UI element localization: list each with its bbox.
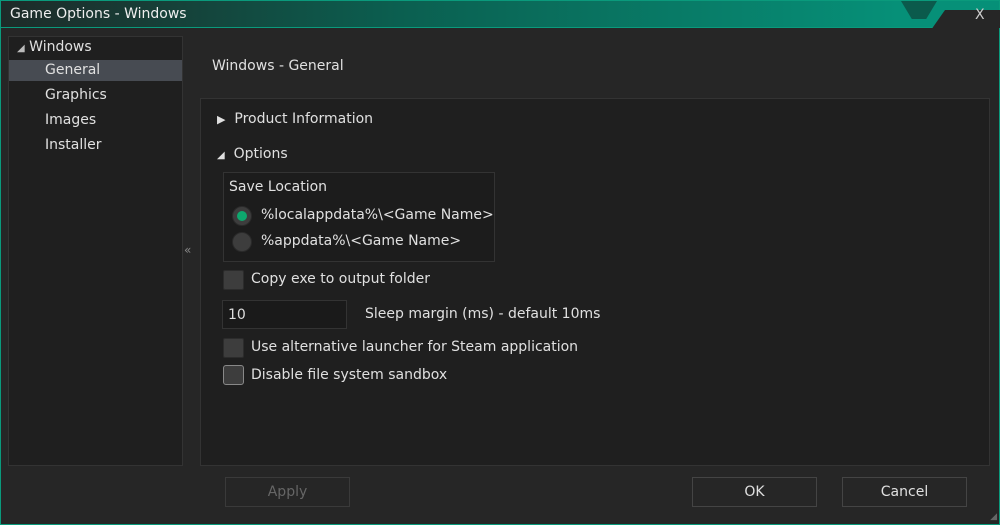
sleep-margin-label: Sleep margin (ms) - default 10ms (365, 306, 601, 322)
title-bar: Game Options - Windows X (0, 0, 1000, 30)
section-options[interactable]: ◢ Options (217, 146, 288, 162)
collapse-panel-button[interactable]: « (184, 243, 191, 257)
disable-sandbox-label[interactable]: Disable file system sandbox (251, 367, 447, 383)
tree-item-images[interactable]: Images (9, 110, 182, 131)
copy-exe-checkbox[interactable] (223, 270, 244, 290)
alt-launcher-label[interactable]: Use alternative launcher for Steam appli… (251, 339, 578, 355)
disable-sandbox-checkbox[interactable] (223, 365, 244, 385)
radio-localappdata[interactable] (232, 206, 252, 226)
tree-item-graphics[interactable]: Graphics (9, 85, 182, 106)
tree-node-windows[interactable]: ◢ Windows (17, 39, 92, 55)
title-notch (901, 1, 937, 19)
cancel-button[interactable]: Cancel (842, 477, 967, 507)
section-product-information[interactable]: ▶ Product Information (217, 111, 373, 127)
section-label: Product Information (234, 111, 374, 127)
ok-button[interactable]: OK (692, 477, 817, 507)
radio-appdata-label[interactable]: %appdata%\<Game Name> (261, 233, 461, 249)
save-location-label: Save Location (229, 179, 328, 195)
tree-item-general[interactable]: General (9, 60, 182, 81)
expanded-triangle-icon: ◢ (17, 43, 25, 54)
sleep-margin-input[interactable]: 10 (222, 300, 347, 329)
close-tab (931, 10, 1000, 30)
settings-tree: ◢ Windows General Graphics Images Instal… (8, 36, 183, 466)
resize-grip-icon[interactable]: ◢ (990, 512, 997, 522)
window-title: Game Options - Windows (10, 6, 187, 22)
tree-node-label: Windows (29, 39, 92, 55)
radio-localappdata-label[interactable]: %localappdata%\<Game Name> (261, 207, 494, 223)
options-panel: ▶ Product Information ◢ Options Save Loc… (200, 98, 990, 466)
save-location-group: Save Location %localappdata%\<Game Name>… (223, 172, 495, 262)
close-button[interactable]: X (975, 7, 985, 23)
tree-item-installer[interactable]: Installer (9, 135, 182, 156)
expanded-triangle-icon: ◢ (217, 150, 225, 161)
page-title: Windows - General (212, 58, 344, 74)
copy-exe-label[interactable]: Copy exe to output folder (251, 271, 430, 287)
alt-launcher-checkbox[interactable] (223, 338, 244, 358)
apply-button[interactable]: Apply (225, 477, 350, 507)
radio-appdata[interactable] (232, 232, 252, 252)
collapsed-triangle-icon: ▶ (217, 113, 226, 126)
section-label: Options (233, 146, 288, 162)
